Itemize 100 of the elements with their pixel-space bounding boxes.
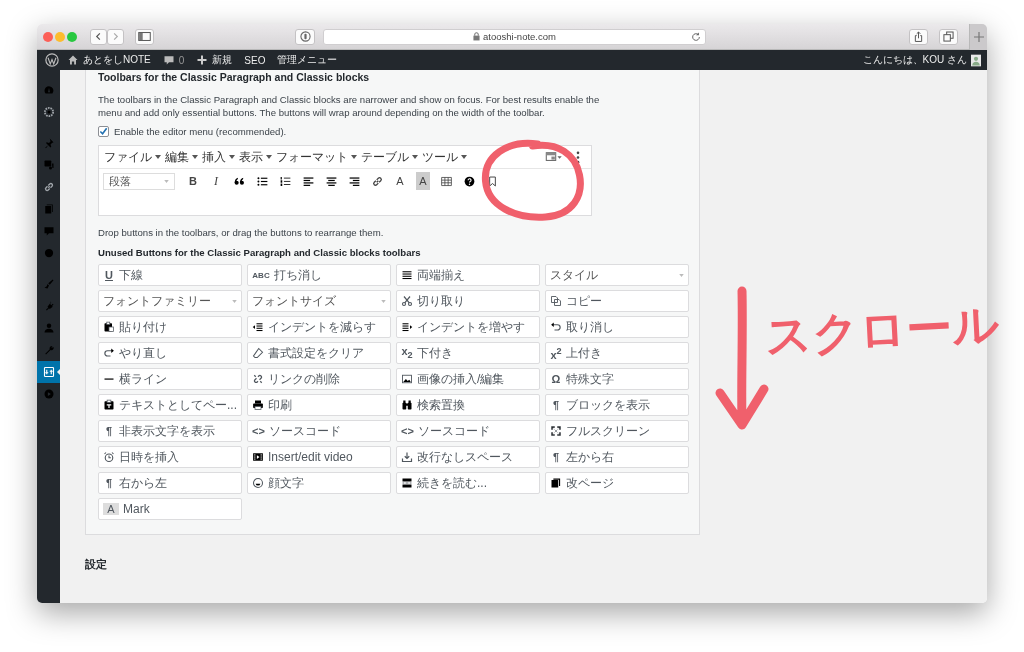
- reload-icon[interactable]: [691, 31, 701, 42]
- toolbar-button[interactable]: x$_{2}$ 下付き: [396, 342, 540, 364]
- justify-icon: [401, 269, 413, 281]
- toolbar-button[interactable]: 改ページ: [545, 472, 689, 494]
- table-layout-icon[interactable]: [544, 151, 564, 163]
- sidebar-item[interactable]: [37, 361, 60, 383]
- menu-button[interactable]: テーブル: [361, 148, 418, 166]
- address-field[interactable]: atooshi-note.com: [323, 28, 706, 45]
- menu-button[interactable]: フォーマット: [276, 148, 357, 166]
- toolbar-button[interactable]: コピー: [545, 290, 689, 312]
- admin-bar-link[interactable]: あとをしNOTE: [67, 53, 151, 67]
- redo-icon: [103, 347, 115, 359]
- table-icon[interactable]: [439, 174, 453, 188]
- align-center-icon[interactable]: [324, 174, 338, 188]
- pages-icon: [42, 203, 55, 215]
- bullet-list-icon[interactable]: [255, 174, 269, 188]
- toolbar-button[interactable]: 画像の挿入/編集: [396, 368, 540, 390]
- back-button[interactable]: [90, 28, 107, 45]
- admin-bar-link[interactable]: 0: [162, 54, 185, 66]
- toolbar-button[interactable]: 日時を挿入: [98, 446, 242, 468]
- scissors-icon: [401, 295, 413, 307]
- caret-icon: [232, 299, 237, 303]
- toolbar-button[interactable]: <> ソースコード: [396, 420, 540, 442]
- format-dropdown[interactable]: 段落: [103, 172, 175, 190]
- admin-bar-link[interactable]: 管理メニュー: [277, 53, 338, 67]
- sidebar-button[interactable]: [135, 28, 154, 45]
- dropdown[interactable]: フォントファミリー: [98, 290, 242, 312]
- read-more-icon: [401, 477, 413, 489]
- toolbar-button[interactable]: リンクの削除: [247, 368, 391, 390]
- highlight-button[interactable]: A: [416, 172, 430, 190]
- section-title: Toolbars for the Classic Paragraph and Classic blocks: [98, 71, 371, 83]
- dropdown[interactable]: スタイル: [545, 264, 689, 286]
- play-icon: [42, 388, 55, 400]
- pages-icon: [550, 477, 562, 489]
- outdent-icon: [252, 321, 264, 333]
- toolbar-button[interactable]: 印刷: [247, 394, 391, 416]
- toolbar-button[interactable]: 改行なしスペース: [396, 446, 540, 468]
- toolbar-button[interactable]: 顔文字: [247, 472, 391, 494]
- toolbar-button[interactable]: やり直し: [98, 342, 242, 364]
- align-right-icon[interactable]: [347, 174, 361, 188]
- toolbar-button[interactable]: インデントを減らす: [247, 316, 391, 338]
- link-icon[interactable]: [370, 174, 384, 188]
- privacy-button[interactable]: [295, 28, 315, 45]
- toolbar-button[interactable]: インデントを増やす: [396, 316, 540, 338]
- text-color-button[interactable]: A: [390, 172, 410, 190]
- toolbar-button[interactable]: 書式設定をクリア: [247, 342, 391, 364]
- more-icon[interactable]: [576, 150, 580, 164]
- toolbar-button[interactable]: ¶ 左から右: [545, 446, 689, 468]
- indent-icon: [401, 321, 413, 333]
- eraser-icon: [252, 347, 264, 359]
- dashboard-icon: [42, 84, 55, 96]
- admin-bar-link[interactable]: 新規: [196, 53, 233, 67]
- hint-text: Drop buttons in the toolbars, or drag the buttons to rearrange them.: [98, 227, 385, 238]
- toolbar-button[interactable]: 両端揃え: [396, 264, 540, 286]
- menu-button[interactable]: 表示: [239, 148, 272, 166]
- toolbar-button[interactable]: 検索置換: [396, 394, 540, 416]
- toolbar-button[interactable]: <> ソースコード: [247, 420, 391, 442]
- pin-icon: [42, 137, 55, 149]
- italic-button[interactable]: I: [206, 172, 226, 190]
- comment-icon: [42, 225, 55, 237]
- tabs-button[interactable]: [939, 28, 958, 45]
- toolbar-button[interactable]: 貼り付け: [98, 316, 242, 338]
- account-link[interactable]: こんにちは、KOU さん: [862, 53, 981, 67]
- toolbar-button[interactable]: U 下線: [98, 264, 242, 286]
- help-icon[interactable]: [462, 174, 476, 188]
- align-left-icon[interactable]: [301, 174, 315, 188]
- wordpress-logo-icon[interactable]: [45, 53, 59, 67]
- menu-button[interactable]: 編集: [165, 148, 198, 166]
- toolbar-button[interactable]: 続きを読む...: [396, 472, 540, 494]
- avatar-icon: [971, 53, 981, 67]
- checkbox[interactable]: [98, 126, 109, 137]
- admin-bar-link[interactable]: SEO: [244, 54, 266, 66]
- toolbar-button[interactable]: 切り取り: [396, 290, 540, 312]
- toolbar-button[interactable]: A Mark: [98, 498, 242, 520]
- printer-icon: [252, 399, 264, 411]
- clock-icon: [103, 451, 115, 463]
- dropdown[interactable]: フォントサイズ: [247, 290, 391, 312]
- section-description: The toolbars in the Classic Paragraph and Classic blocks are narrower and show on focus. For best results enable the menu and add only essential buttons. The buttons will wrap around depending on the width of the toolbar.: [98, 93, 601, 119]
- menu-button[interactable]: 挿入: [202, 148, 235, 166]
- smiley-icon: [252, 477, 264, 489]
- toolbar-button[interactable]: フルスクリーン: [545, 420, 689, 442]
- toolbar-button[interactable]: Insert/edit video: [247, 446, 391, 468]
- numbered-list-icon[interactable]: [278, 174, 292, 188]
- unlink-icon: [252, 373, 264, 385]
- toolbar-button[interactable]: 横ライン: [98, 368, 242, 390]
- toolbar-button[interactable]: ¶ 非表示文字を表示: [98, 420, 242, 442]
- toolbar-button[interactable]: テキストとしてペー...: [98, 394, 242, 416]
- toolbar-button[interactable]: ¶ ブロックを表示: [545, 394, 689, 416]
- copy-icon: [550, 295, 562, 307]
- menu-button[interactable]: ファイル: [104, 148, 161, 166]
- toolbar-button[interactable]: ¶ 右から左: [98, 472, 242, 494]
- toolbar-button[interactable]: ABC 打ち消し: [247, 264, 391, 286]
- toolbar-button[interactable]: x$^{2}$ 上付き: [545, 342, 689, 364]
- toolbar-button[interactable]: Ω 特殊文字: [545, 368, 689, 390]
- handwritten-annotation: スクロール: [763, 296, 1001, 365]
- bold-button[interactable]: B: [183, 172, 203, 190]
- menu-button[interactable]: ツール: [422, 148, 467, 166]
- toolbar-button[interactable]: 取り消し: [545, 316, 689, 338]
- share-button[interactable]: [909, 28, 928, 45]
- caret-icon: [192, 155, 198, 159]
